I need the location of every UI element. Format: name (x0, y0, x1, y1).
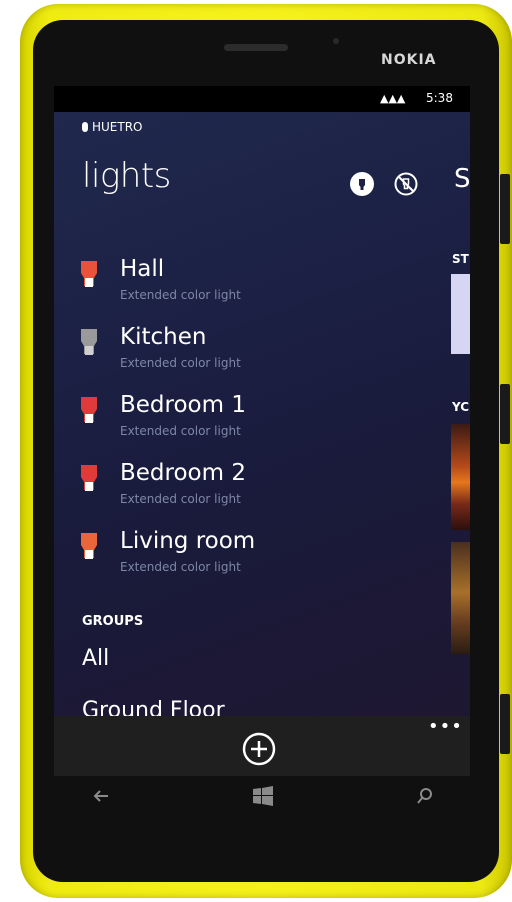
app-name-label: HUETRO (92, 120, 143, 134)
light-item-hall[interactable]: Hall Extended color light (80, 256, 380, 316)
bulb-toggle-icon[interactable] (350, 172, 374, 196)
screen: ▲▲▲ 5:38 HUETRO lights S ST YC Hall Exte… (54, 86, 470, 776)
light-name: Bedroom 1 (120, 392, 246, 418)
light-type: Extended color light (120, 424, 241, 438)
bulb-icon (81, 465, 97, 491)
status-time: 5:38 (426, 91, 453, 105)
groups-header: GROUPS (82, 614, 144, 629)
bulb-icon (81, 329, 97, 355)
power-button (500, 384, 510, 444)
light-name: Living room (120, 528, 256, 554)
light-type: Extended color light (120, 356, 241, 370)
lights-off-icon[interactable] (394, 172, 418, 196)
search-icon[interactable] (416, 786, 434, 806)
back-arrow-icon[interactable] (92, 786, 110, 806)
light-type: Extended color light (120, 560, 241, 574)
light-item-kitchen[interactable]: Kitchen Extended color light (80, 324, 380, 384)
bulb-icon (81, 397, 97, 423)
add-icon[interactable] (242, 732, 276, 766)
page-title: lights (82, 156, 171, 196)
scene-thumbnail[interactable] (451, 274, 470, 354)
scene-thumbnail[interactable] (451, 424, 470, 530)
light-type: Extended color light (120, 288, 241, 302)
device-brand: NOKIA (381, 52, 437, 68)
scene-thumbnail[interactable] (451, 542, 470, 654)
next-panel-section-label: ST (452, 252, 469, 266)
light-type: Extended color light (120, 492, 241, 506)
light-name: Hall (120, 256, 165, 282)
camera-button (500, 694, 510, 754)
app-logo-icon (82, 122, 88, 132)
speaker-grille (224, 44, 288, 51)
bulb-icon (81, 533, 97, 559)
light-item-living-room[interactable]: Living room Extended color light (80, 528, 380, 588)
group-item-all[interactable]: All (82, 646, 109, 671)
front-camera (333, 38, 339, 44)
light-name: Bedroom 2 (120, 460, 246, 486)
next-panel-title[interactable]: S (454, 164, 470, 194)
app-bar: ••• (54, 716, 470, 776)
more-options-button[interactable]: ••• (428, 716, 463, 737)
app-name: HUETRO (82, 120, 143, 134)
status-bar: ▲▲▲ 5:38 (54, 86, 470, 112)
signal-icon: ▲▲▲ (380, 92, 406, 105)
next-panel-section-label: YC (452, 400, 470, 414)
light-item-bedroom-2[interactable]: Bedroom 2 Extended color light (80, 460, 380, 520)
volume-button (500, 174, 510, 244)
bulb-icon (81, 261, 97, 287)
windows-start-icon[interactable] (252, 786, 274, 806)
light-name: Kitchen (120, 324, 207, 350)
light-item-bedroom-1[interactable]: Bedroom 1 Extended color light (80, 392, 380, 452)
